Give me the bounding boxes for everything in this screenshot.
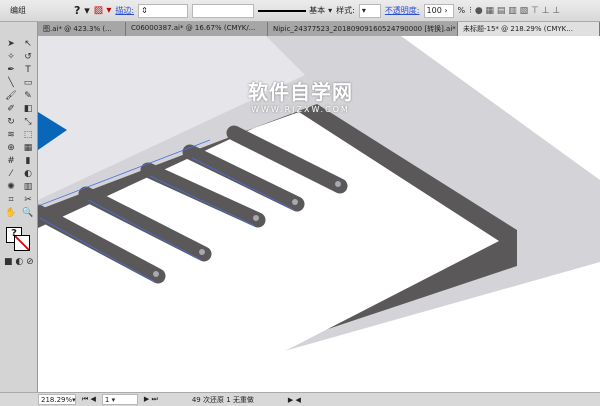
tab-doc-3[interactable]: Nipic_24377523_20180909160524790000 [转换]… bbox=[268, 22, 458, 36]
pen-tool-icon[interactable]: ✒ bbox=[3, 64, 19, 76]
style-label: 样式: bbox=[336, 6, 355, 15]
eyedropper-icon[interactable]: ⁄ bbox=[3, 168, 19, 180]
zoom-select[interactable]: 218.29% ▾ bbox=[38, 394, 76, 405]
gradient-tool-icon[interactable]: ▮ bbox=[20, 155, 36, 167]
graph-tool-icon[interactable]: ▥ bbox=[20, 181, 36, 193]
free-transform-icon[interactable]: ⬚ bbox=[20, 129, 36, 141]
selection-label: 编组 bbox=[10, 6, 26, 15]
perspective-icon[interactable]: ▦ bbox=[20, 142, 36, 154]
selection-tool-icon[interactable]: ➤ bbox=[3, 38, 19, 50]
status-menu-arrow[interactable]: ▶ ◀ bbox=[288, 396, 301, 404]
zoom-tool-icon[interactable]: 🔍 bbox=[20, 207, 36, 219]
page-select[interactable]: 1 ▾ bbox=[101, 394, 138, 405]
symbol-sprayer-icon[interactable]: ✺ bbox=[3, 181, 19, 193]
stroke-swatch[interactable]: ▨ ▾ bbox=[94, 5, 112, 16]
magic-wand-icon[interactable]: ✧ bbox=[3, 51, 19, 63]
opacity-unit: % bbox=[457, 6, 466, 15]
stroke-link[interactable]: 描边: bbox=[115, 5, 134, 16]
lasso-icon[interactable]: ↺ bbox=[20, 51, 36, 63]
direct-selection-icon[interactable]: ↖ bbox=[20, 38, 36, 50]
fill-swatch[interactable]: ? ▾ bbox=[74, 4, 90, 17]
first-prev-page-buttons[interactable]: ⏮ ◀ bbox=[82, 395, 96, 404]
opacity-link[interactable]: 不透明度: bbox=[385, 5, 420, 16]
status-bar: 218.29% ▾ ⏮ ◀ 1 ▾ ▶ ⏭ 49 次还原 1 无重做 ▶ ◀ bbox=[0, 392, 600, 406]
tab-doc-2[interactable]: C06000387.ai* @ 16.67% (CMYK/... bbox=[126, 22, 268, 36]
watermark: 软件自学网 WWW.RJZXW.COM bbox=[248, 80, 353, 114]
fill-stroke-swatches[interactable]: ? bbox=[6, 227, 30, 251]
style-select[interactable]: ▾ bbox=[358, 3, 381, 18]
pencil-tool-icon[interactable]: ✎ bbox=[20, 90, 36, 102]
next-last-page-buttons[interactable]: ▶ ⏭ bbox=[144, 395, 158, 404]
scale-tool-icon[interactable]: ⤡ bbox=[20, 116, 36, 128]
shape-builder-icon[interactable]: ⊕ bbox=[3, 142, 19, 154]
brush-tool-icon[interactable]: 🖌 bbox=[3, 90, 19, 102]
blend-tool-icon[interactable]: ◐ bbox=[20, 168, 36, 180]
variable-width-field[interactable] bbox=[192, 3, 255, 18]
control-bar: 编组 ? ▾ ▨ ▾ 描边: ⇕ 基本 ▾ 样式: ▾ 不透明度: 100 › %… bbox=[0, 0, 600, 22]
toolbox: ➤ ↖ ✧ ↺ ✒ T ╲ ▭ 🖌 ✎ ✐ ◧ ↻ ⤡ ≋ ⬚ ⊕ ▦ # ▮ ⁄ ◐ ✺ ▥ ⌗ ✂ ✋… bbox=[0, 22, 38, 392]
align-icons[interactable]: ⁝ ● ▦ ▤ ▥ ▧ ⊤ ⊥ ⊥ bbox=[469, 6, 560, 16]
stroke-style-select[interactable]: 基本 ▾ bbox=[258, 5, 332, 16]
opacity-field[interactable]: 100 › bbox=[423, 3, 454, 18]
tab-doc-4[interactable]: 未标题-15* @ 218.29% (CMYK... bbox=[458, 22, 600, 36]
document-tabs: 图.ai* @ 423.3% (... C06000387.ai* @ 16.6… bbox=[38, 22, 600, 36]
artboard-tool-icon[interactable]: ⌗ bbox=[3, 194, 19, 206]
stroke-weight-field[interactable]: ⇕ bbox=[138, 3, 189, 18]
screen-mode-icons[interactable]: ■ ◐ ⊘ bbox=[4, 257, 37, 267]
slice-tool-icon[interactable]: ✂ bbox=[20, 194, 36, 206]
rectangle-tool-icon[interactable]: ▭ bbox=[20, 77, 36, 89]
blob-brush-icon[interactable]: ✐ bbox=[3, 103, 19, 115]
mesh-tool-icon[interactable]: # bbox=[3, 155, 19, 167]
warp-tool-icon[interactable]: ≋ bbox=[3, 129, 19, 141]
status-message: 49 次还原 1 无重做 bbox=[191, 395, 254, 404]
hand-tool-icon[interactable]: ✋ bbox=[3, 207, 19, 219]
tab-doc-1[interactable]: 图.ai* @ 423.3% (... bbox=[38, 22, 126, 36]
type-tool-icon[interactable]: T bbox=[20, 64, 36, 76]
eraser-icon[interactable]: ◧ bbox=[20, 103, 36, 115]
rotate-tool-icon[interactable]: ↻ bbox=[3, 116, 19, 128]
line-tool-icon[interactable]: ╲ bbox=[3, 77, 19, 89]
